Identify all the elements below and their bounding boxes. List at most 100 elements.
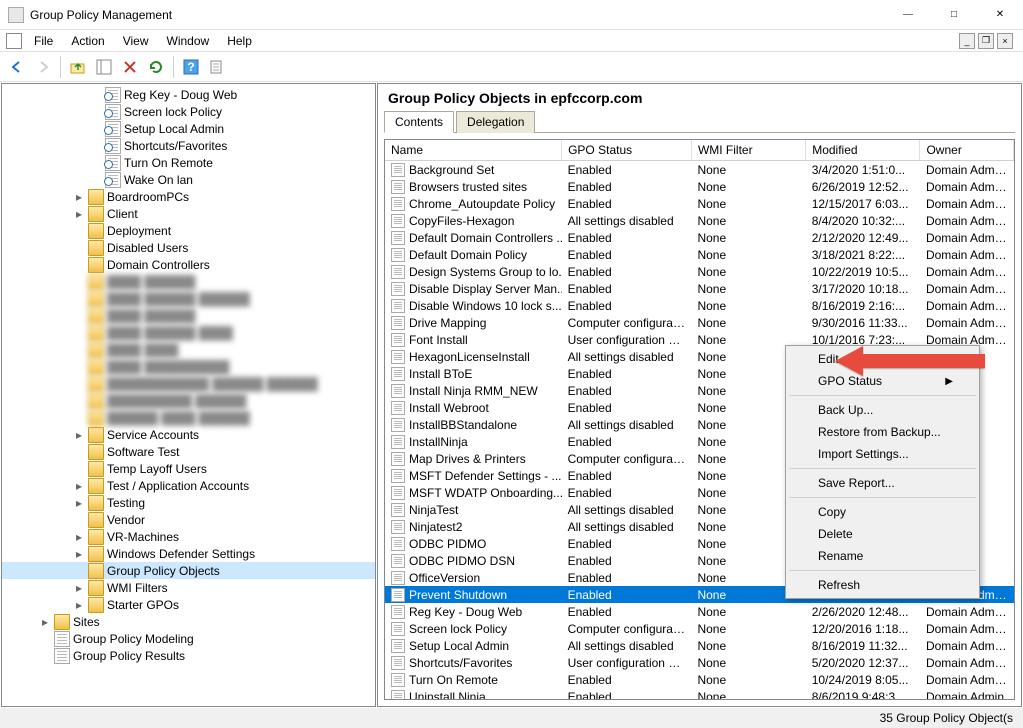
help-button[interactable]: ? <box>180 56 202 78</box>
tree-item[interactable]: ▸Sites <box>2 613 375 630</box>
tree-item[interactable]: Domain Controllers <box>2 256 375 273</box>
context-menu-item[interactable]: Delete <box>788 523 977 545</box>
up-folder-button[interactable] <box>67 56 89 78</box>
tree-item[interactable]: ▸VR-Machines <box>2 528 375 545</box>
expander-icon[interactable]: ▸ <box>70 479 88 493</box>
tree-item[interactable]: Turn On Remote <box>2 154 375 171</box>
tree-item[interactable]: Screen lock Policy <box>2 103 375 120</box>
expander-icon[interactable]: ▸ <box>70 598 88 612</box>
table-row[interactable]: Disable Windows 10 lock s...EnabledNone8… <box>385 297 1014 314</box>
tree-item[interactable]: ████ ██████ <box>2 273 375 290</box>
expander-icon[interactable]: ▸ <box>70 547 88 561</box>
tree-item[interactable]: Software Test <box>2 443 375 460</box>
col-owner[interactable]: Owner <box>920 140 1014 161</box>
tree-item[interactable]: Reg Key - Doug Web <box>2 86 375 103</box>
table-row[interactable]: Drive MappingComputer configurati...None… <box>385 314 1014 331</box>
col-name[interactable]: Name <box>385 140 562 161</box>
tree-item[interactable]: ████ ██████ ████ <box>2 324 375 341</box>
tree-item[interactable]: Group Policy Objects <box>2 562 375 579</box>
tree-item[interactable]: ▸Starter GPOs <box>2 596 375 613</box>
tree-item[interactable]: ▸Windows Defender Settings <box>2 545 375 562</box>
maximize-button[interactable]: □ <box>931 0 977 30</box>
table-row[interactable]: Screen lock PolicyComputer configurati..… <box>385 620 1014 637</box>
tree-item[interactable]: Disabled Users <box>2 239 375 256</box>
expander-icon[interactable]: ▸ <box>36 615 54 629</box>
tree-item[interactable]: Shortcuts/Favorites <box>2 137 375 154</box>
column-header-row[interactable]: Name GPO Status WMI Filter Modified Owne… <box>385 140 1014 161</box>
table-row[interactable]: Browsers trusted sitesEnabledNone6/26/20… <box>385 178 1014 195</box>
tree-pane[interactable]: Reg Key - Doug WebScreen lock PolicySetu… <box>1 83 376 707</box>
expander-icon[interactable]: ▸ <box>70 530 88 544</box>
table-row[interactable]: Shortcuts/FavoritesUser configuration se… <box>385 654 1014 671</box>
tree-item[interactable]: Deployment <box>2 222 375 239</box>
tab-contents[interactable]: Contents <box>384 111 454 133</box>
context-menu-item[interactable]: GPO Status▶ <box>788 370 977 392</box>
table-row[interactable]: Setup Local AdminAll settings disabledNo… <box>385 637 1014 654</box>
col-modified[interactable]: Modified <box>806 140 920 161</box>
context-menu-item[interactable]: Back Up... <box>788 399 977 421</box>
col-wmi-filter[interactable]: WMI Filter <box>691 140 805 161</box>
tree-item[interactable]: Temp Layoff Users <box>2 460 375 477</box>
table-row[interactable]: Reg Key - Doug WebEnabledNone2/26/2020 1… <box>385 603 1014 620</box>
tree-item[interactable]: ████ ██████ <box>2 307 375 324</box>
table-row[interactable]: Background SetEnabledNone3/4/2020 1:51:0… <box>385 161 1014 179</box>
context-menu-item[interactable]: Refresh <box>788 574 977 596</box>
tree-item[interactable]: ████ ██████████ <box>2 358 375 375</box>
context-menu-item[interactable]: Import Settings... <box>788 443 977 465</box>
tree-item[interactable]: ▸WMI Filters <box>2 579 375 596</box>
tree-item[interactable]: ██████ ████ ██████ <box>2 409 375 426</box>
menu-help[interactable]: Help <box>219 32 260 50</box>
context-menu-item[interactable]: Save Report... <box>788 472 977 494</box>
context-menu-item[interactable]: Edit... <box>788 348 977 370</box>
expander-icon[interactable]: ▸ <box>70 581 88 595</box>
context-menu[interactable]: Edit...GPO Status▶ Back Up...Restore from… <box>785 345 980 599</box>
tree-item[interactable]: Wake On lan <box>2 171 375 188</box>
tree-item[interactable]: ▸Client <box>2 205 375 222</box>
tree-item[interactable]: ▸Test / Application Accounts <box>2 477 375 494</box>
properties-button[interactable] <box>206 56 228 78</box>
close-button[interactable]: ✕ <box>977 0 1023 30</box>
table-row[interactable]: Default Domain Controllers ...EnabledNon… <box>385 229 1014 246</box>
mdi-close-button[interactable]: × <box>997 33 1013 49</box>
tab-delegation[interactable]: Delegation <box>456 111 535 133</box>
context-menu-separator <box>789 497 976 498</box>
menu-file[interactable]: File <box>26 32 61 50</box>
menu-window[interactable]: Window <box>159 32 218 50</box>
expander-icon[interactable]: ▸ <box>70 496 88 510</box>
forward-button[interactable] <box>32 56 54 78</box>
table-row[interactable]: Design Systems Group to lo...EnabledNone… <box>385 263 1014 280</box>
tree-item[interactable]: ▸BoardroomPCs <box>2 188 375 205</box>
table-row[interactable]: Turn On RemoteEnabledNone10/24/2019 8:05… <box>385 671 1014 688</box>
mdi-minimize-button[interactable]: _ <box>959 33 975 49</box>
tree-item[interactable]: ████████████ ██████ ██████ <box>2 375 375 392</box>
minimize-button[interactable]: — <box>885 0 931 30</box>
tree-item[interactable]: Group Policy Modeling <box>2 630 375 647</box>
context-menu-item[interactable]: Rename <box>788 545 977 567</box>
tree-item[interactable]: ████ ████ <box>2 341 375 358</box>
col-gpo-status[interactable]: GPO Status <box>562 140 692 161</box>
tree-item[interactable]: Vendor <box>2 511 375 528</box>
tree-item[interactable]: ██████████ ██████ <box>2 392 375 409</box>
context-menu-item[interactable]: Restore from Backup... <box>788 421 977 443</box>
show-hide-tree-button[interactable] <box>93 56 115 78</box>
refresh-button[interactable] <box>145 56 167 78</box>
tree-item[interactable]: ▸Service Accounts <box>2 426 375 443</box>
tree-item[interactable]: Setup Local Admin <box>2 120 375 137</box>
table-row[interactable]: CopyFiles-HexagonAll settings disabledNo… <box>385 212 1014 229</box>
table-row[interactable]: Default Domain PolicyEnabledNone3/18/202… <box>385 246 1014 263</box>
tree-item[interactable]: Group Policy Results <box>2 647 375 664</box>
expander-icon[interactable]: ▸ <box>70 207 88 221</box>
menu-view[interactable]: View <box>115 32 157 50</box>
mdi-restore-button[interactable]: ❐ <box>978 33 994 49</box>
expander-icon[interactable]: ▸ <box>70 190 88 204</box>
table-row[interactable]: Chrome_Autoupdate PolicyEnabledNone12/15… <box>385 195 1014 212</box>
expander-icon[interactable]: ▸ <box>70 428 88 442</box>
tree-item[interactable]: ████ ██████ ██████ <box>2 290 375 307</box>
tree-item[interactable]: ▸Testing <box>2 494 375 511</box>
menu-action[interactable]: Action <box>63 32 112 50</box>
table-row[interactable]: Uninstall NinjaEnabledNone8/6/2019 9:48:… <box>385 688 1014 699</box>
context-menu-item[interactable]: Copy <box>788 501 977 523</box>
back-button[interactable] <box>6 56 28 78</box>
delete-button[interactable] <box>119 56 141 78</box>
table-row[interactable]: Disable Display Server Man...EnabledNone… <box>385 280 1014 297</box>
